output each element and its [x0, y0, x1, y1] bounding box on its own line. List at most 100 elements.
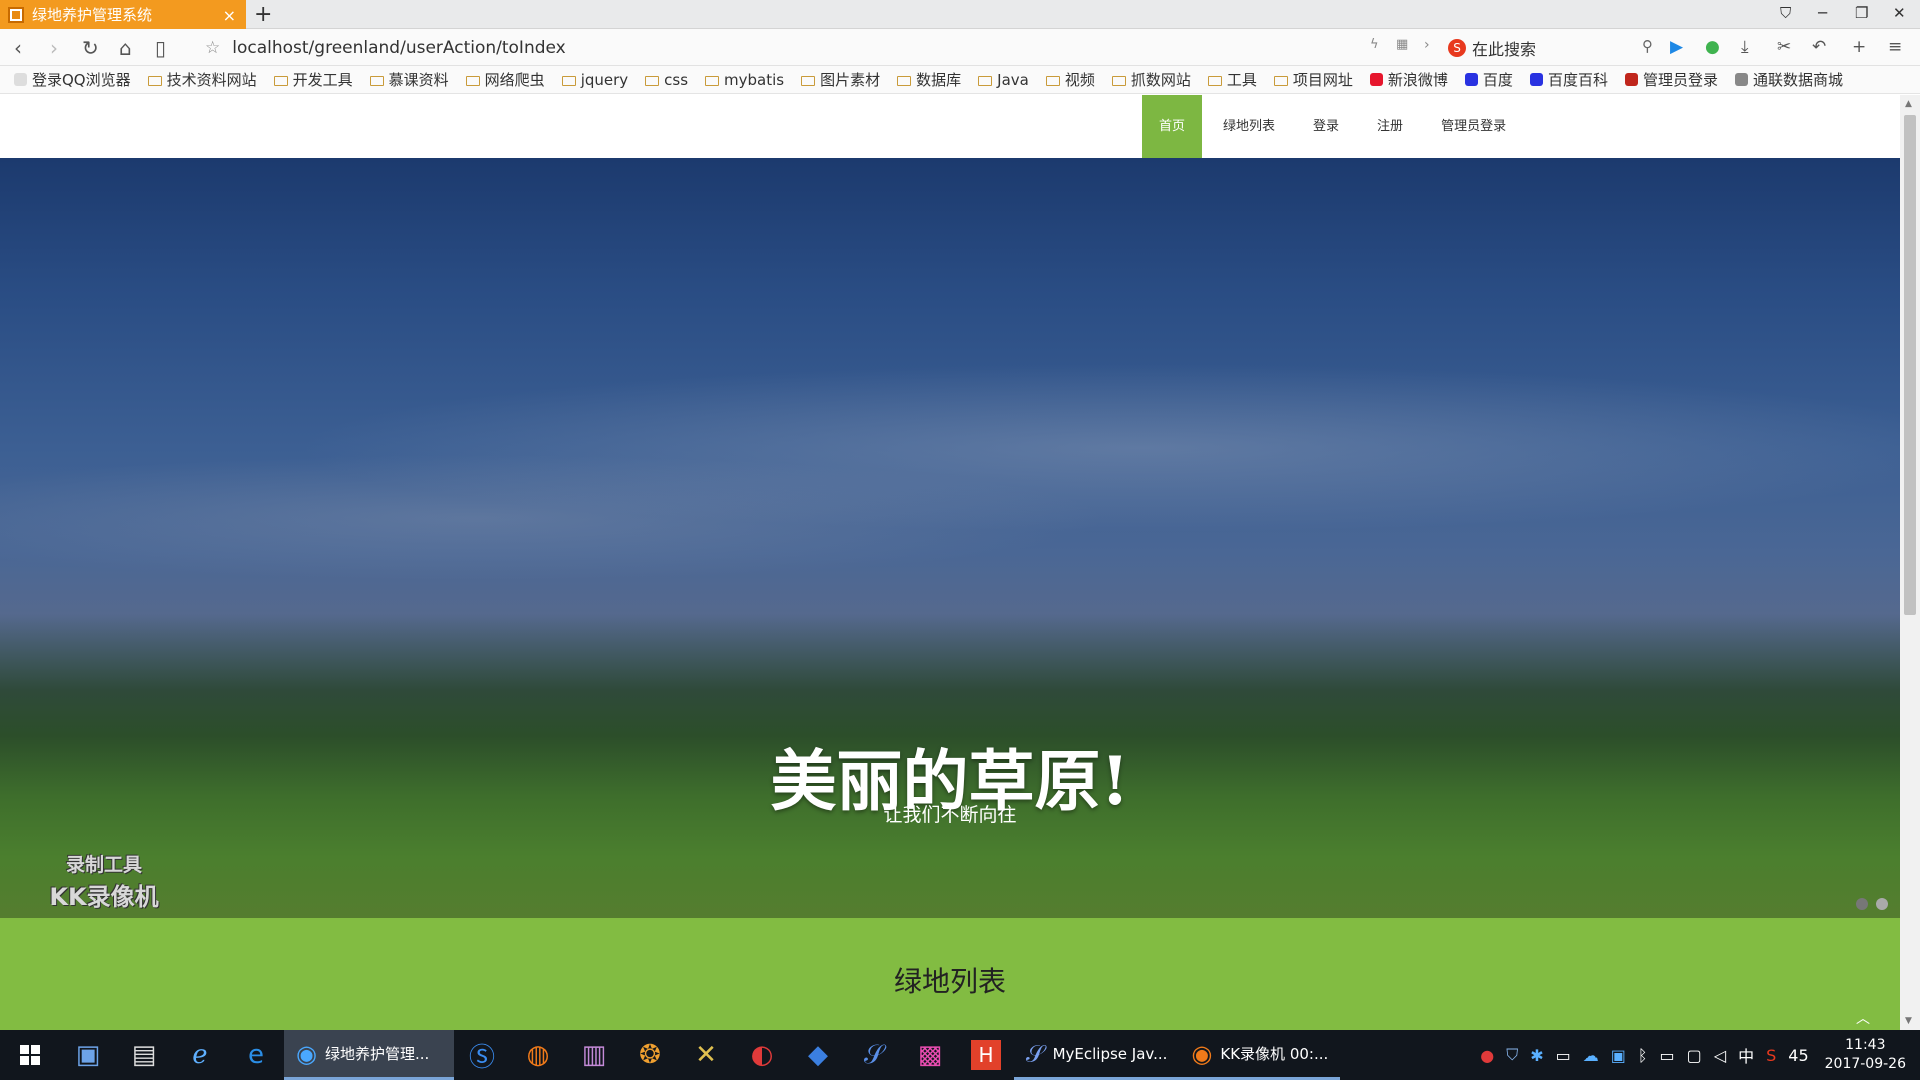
bookmark-item[interactable]: 百度: [1464, 69, 1513, 90]
search-icon[interactable]: ⚲: [1642, 37, 1653, 55]
taskbar-app-browser[interactable]: ◉ 绿地养护管理...: [284, 1030, 454, 1080]
page-scrollbar[interactable]: ▲ ▼: [1900, 95, 1920, 1030]
skype-icon[interactable]: Ⓢ: [454, 1030, 510, 1080]
bookmark-item[interactable]: 视频: [1045, 69, 1095, 90]
menu-icon[interactable]: ≡: [1888, 37, 1902, 57]
start-button[interactable]: [0, 1030, 60, 1080]
sogou-search-icon[interactable]: S: [1448, 38, 1466, 57]
greenland-list-section: 绿地列表 ︿: [0, 918, 1900, 1030]
bookmark-item[interactable]: 抓数网站: [1111, 69, 1191, 90]
notepad-icon[interactable]: ▤: [116, 1030, 172, 1080]
kk-recorder-icon: ◉: [1191, 1039, 1213, 1068]
computer-icon[interactable]: ▣: [60, 1030, 116, 1080]
bookmark-item[interactable]: jquery: [561, 71, 628, 89]
lightning-icon[interactable]: ϟ: [1370, 37, 1379, 52]
back-to-top-icon[interactable]: ︿: [1856, 1008, 1870, 1028]
home-icon[interactable]: ⌂: [119, 36, 132, 60]
ime-indicator[interactable]: 中: [1738, 1043, 1754, 1067]
bookmark-item[interactable]: 图片素材: [801, 69, 880, 90]
bookmark-item[interactable]: Java: [978, 71, 1029, 89]
search-input[interactable]: 在此搜索: [1472, 36, 1536, 60]
carousel-dot[interactable]: [1856, 898, 1868, 910]
bookmark-label: 百度百科: [1547, 71, 1608, 89]
edge-icon[interactable]: e: [228, 1030, 284, 1080]
add-icon[interactable]: +: [1852, 37, 1866, 57]
bookmark-star-icon[interactable]: ☆: [205, 38, 220, 58]
system-clock[interactable]: 11:43 2017-09-26: [1815, 1036, 1920, 1074]
bookmark-item[interactable]: css: [645, 71, 688, 89]
hbuilder-icon[interactable]: H: [971, 1040, 1001, 1070]
battery-icon[interactable]: ▭: [1660, 1046, 1675, 1065]
app-icon[interactable]: ▥: [566, 1030, 622, 1080]
bookmark-item[interactable]: 百度百科: [1529, 69, 1608, 90]
close-window-icon[interactable]: ✕: [1893, 4, 1906, 22]
display-icon[interactable]: ▭: [1556, 1046, 1571, 1065]
windows-logo-icon: [20, 1045, 40, 1065]
windows-taskbar: ▣ ▤ ℯ e ◉ 绿地养护管理... Ⓢ ◍ ▥ ❂ ✕ ◐ ◆ 𝒮 ▩ H …: [0, 1030, 1920, 1080]
carousel-dot-active[interactable]: [1876, 898, 1888, 910]
forward-icon[interactable]: ›: [50, 36, 58, 60]
menu-item-register[interactable]: 注册: [1360, 95, 1420, 158]
back-icon[interactable]: ‹: [14, 36, 22, 60]
shield-icon[interactable]: ⛉: [1506, 1045, 1518, 1065]
firefox-icon[interactable]: ◍: [510, 1030, 566, 1080]
bookmark-item[interactable]: 慕课资料: [369, 69, 449, 90]
site-favicon-icon: [1624, 73, 1638, 86]
network-icon[interactable]: ▢: [1687, 1046, 1702, 1065]
url-text[interactable]: localhost/greenland/userAction/toIndex: [232, 38, 565, 58]
navicat-icon[interactable]: ◐: [734, 1030, 790, 1080]
reader-icon[interactable]: ▯: [155, 36, 166, 60]
play-icon[interactable]: ▶: [1670, 37, 1683, 57]
scissors-icon[interactable]: ✂: [1777, 37, 1791, 57]
bookmark-item[interactable]: 工具: [1207, 69, 1257, 90]
sogou-ime-icon[interactable]: S: [1766, 1046, 1776, 1065]
scroll-up-icon[interactable]: ▲: [1905, 99, 1912, 109]
scrollbar-thumb[interactable]: [1904, 115, 1916, 615]
bookmark-item[interactable]: 通联数据商城: [1734, 69, 1843, 90]
search-box[interactable]: S 在此搜索 ⚲: [1448, 33, 1653, 62]
chevron-right-icon[interactable]: ›: [1424, 37, 1430, 53]
folder-app-icon[interactable]: ◆: [790, 1030, 846, 1080]
reload-icon[interactable]: ↻: [82, 36, 99, 60]
bookmark-label: 慕课资料: [388, 71, 449, 89]
bookmark-item[interactable]: 新浪微博: [1369, 69, 1448, 90]
minimize-icon[interactable]: ─: [1818, 4, 1827, 22]
intellij-icon[interactable]: ▩: [902, 1030, 958, 1080]
taskbar-app-kk-recorder[interactable]: ◉ KK录像机 00:...: [1179, 1030, 1341, 1080]
bookmark-item[interactable]: 项目网址: [1273, 69, 1353, 90]
tools-icon[interactable]: ✕: [678, 1030, 734, 1080]
scroll-down-icon[interactable]: ▼: [1905, 1016, 1912, 1026]
bookmark-item[interactable]: 数据库: [897, 69, 961, 90]
chrome-like-icon[interactable]: ❂: [622, 1030, 678, 1080]
wechat-icon[interactable]: ●: [1705, 37, 1720, 57]
undo-icon[interactable]: ↶: [1812, 37, 1826, 57]
bookmark-item[interactable]: 开发工具: [273, 69, 353, 90]
bookmark-item[interactable]: 管理员登录: [1624, 69, 1718, 90]
menu-item-home[interactable]: 首页: [1142, 95, 1203, 158]
tab-close-icon[interactable]: ×: [223, 6, 236, 25]
bookmark-item[interactable]: mybatis: [705, 71, 784, 89]
ie-icon[interactable]: ℯ: [172, 1030, 228, 1080]
eclipse-icon[interactable]: 𝒮: [846, 1030, 902, 1080]
download-icon[interactable]: ⤓: [1741, 37, 1749, 57]
menu-item-admin-login[interactable]: 管理员登录: [1424, 95, 1523, 158]
bookmark-label: 开发工具: [292, 71, 353, 89]
taskbar-app-myeclipse[interactable]: 𝒮 MyEclipse Jav...: [1014, 1030, 1180, 1080]
network-app-icon[interactable]: ▣: [1611, 1046, 1626, 1065]
address-bar[interactable]: ☆ localhost/greenland/userAction/toIndex: [205, 33, 765, 62]
qr-icon[interactable]: ▦: [1396, 37, 1408, 52]
menu-item-greenland-list[interactable]: 绿地列表: [1206, 95, 1292, 158]
bluetooth-app-icon[interactable]: ✱: [1530, 1046, 1543, 1065]
new-tab-icon[interactable]: +: [254, 2, 272, 27]
volume-icon[interactable]: ◁: [1714, 1046, 1726, 1065]
bookmark-item[interactable]: 登录QQ浏览器: [14, 69, 131, 90]
bookmark-item[interactable]: 网络爬虫: [465, 69, 545, 90]
bluetooth-icon[interactable]: ᛒ: [1638, 1046, 1648, 1065]
browser-tab-active[interactable]: 绿地养护管理系统 ×: [0, 0, 246, 29]
tray-app-icon[interactable]: ●: [1480, 1046, 1494, 1065]
skin-icon[interactable]: ⛉: [1780, 4, 1791, 22]
restore-icon[interactable]: ❐: [1855, 4, 1868, 22]
cloud-icon[interactable]: ☁: [1583, 1046, 1599, 1065]
bookmark-item[interactable]: 技术资料网站: [147, 69, 257, 90]
menu-item-login[interactable]: 登录: [1296, 95, 1356, 158]
